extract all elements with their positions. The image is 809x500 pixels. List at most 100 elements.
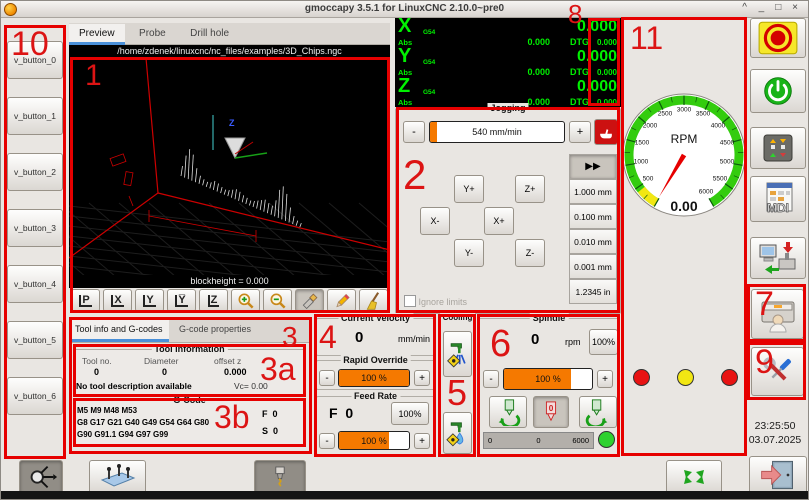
jogging-title: Jogging [488,103,529,113]
window-title: gmoccapy 3.5.1 for LinuxCNC 2.10.0~pre0 [1,3,808,14]
estop-button[interactable] [750,18,806,58]
gremlin-3d-preview[interactable]: Z blockheight = 0.000 [69,58,390,288]
clear-plot-icon [300,291,320,311]
jog-speed-bar[interactable]: 540 mm/min [429,121,565,143]
view-x-button[interactable]: X [103,289,132,312]
jogging-panel: Jogging - 540 mm/min + ▶▶ 1.000 mm 0.100… [395,108,621,314]
feed-minus-button[interactable]: - [319,433,335,449]
sidebar-v-button-6[interactable]: v_button_6 [7,377,63,415]
flood-coolant-button[interactable] [443,412,472,454]
tab-preview[interactable]: Preview [69,24,125,45]
pencil-icon [332,291,352,311]
window-shade-button[interactable]: ^ [738,2,752,13]
spindle-override-bar[interactable]: 100 % [503,368,593,390]
rapid-minus-button[interactable]: - [319,370,335,386]
tab-drill-hole[interactable]: Drill hole [180,24,239,45]
dimensions-toggle-button[interactable] [19,460,63,494]
machine-on-button[interactable] [750,69,806,113]
jog-speed-plus-button[interactable]: + [569,121,591,143]
active-gcodes-1: G8 G17 G21 G40 G49 G54 G64 G80 [77,418,209,427]
ignore-limits-checkbox[interactable] [404,295,416,307]
spindle-cw-button[interactable] [579,396,617,428]
homing-button[interactable] [750,127,806,169]
jog-z-plus-button[interactable]: Z+ [515,175,545,203]
active-mcodes: M5 M9 M48 M53 [77,406,137,415]
exit-button[interactable] [749,456,807,494]
window-maximize-button[interactable]: □ [771,2,785,13]
zoom-out-button[interactable] [263,289,292,312]
jog-increment-continuous[interactable]: ▶▶ [569,154,617,179]
feed-reset-button[interactable]: 100% [391,402,429,425]
settings-button[interactable] [751,347,804,396]
clock: 23:25:50 03.07.2025 [743,419,807,447]
sidebar-v-button-5[interactable]: v_button_5 [7,321,63,359]
view-y2-button[interactable]: Y̅ [167,289,196,312]
spindle-title: Spindle [530,313,569,323]
spindle-ccw-icon [494,398,522,426]
view-y-button[interactable]: Y [135,289,164,312]
dimensions-icon [24,464,58,490]
jog-y-plus-button[interactable]: Y+ [454,175,484,203]
sidebar-v-button-0[interactable]: v_button_0 [7,41,63,79]
view-perspective-button[interactable]: P [71,289,100,312]
spindle-stop-button[interactable]: 0 [533,396,569,428]
rapid-plus-button[interactable]: + [414,370,430,386]
jog-x-plus-button[interactable]: X+ [484,207,514,235]
jog-increment-inch[interactable]: 1.2345 in [569,279,617,304]
offset-z-header: offset z [214,356,241,366]
sidebar-v-button-2[interactable]: v_button_2 [7,153,63,191]
edit-gcode-button[interactable] [327,289,356,312]
view-z-button[interactable]: Z [199,289,228,312]
tool-measurement-button[interactable] [254,460,306,494]
window-close-button[interactable]: × [788,2,802,13]
user-mode-button[interactable] [751,289,804,339]
window-minimize-button[interactable]: _ [754,2,768,13]
svg-text:MDI: MDI [767,201,789,215]
diameter-header: Diameter [144,356,178,366]
touch-plate-button[interactable] [89,460,146,494]
tool-no-header: Tool no. [82,356,112,366]
tool-info-tabbar: Tool info and G-codes G-code properties [69,319,312,343]
spindle-ccw-button[interactable] [489,396,527,428]
spindle-speed-range-bar: 0 0 6000 [483,432,594,449]
dro-axis-y[interactable]: Y G54 Abs 0.000 DTG 0.000 0.000 [395,48,621,78]
jog-z-minus-button[interactable]: Z- [515,239,545,267]
spindle-plus-button[interactable]: + [597,370,613,388]
jog-increment-0001mm[interactable]: 0.001 mm [569,254,617,279]
feed-plus-button[interactable]: + [414,433,430,449]
dro-axis-x[interactable]: X G54 Abs 0.000 DTG 0.000 0.000 [395,18,621,48]
tab-gcode-properties[interactable]: G-code properties [173,319,257,342]
current-velocity-title: Current Velocity [338,313,413,323]
feed-override-bar[interactable]: 100 % [338,431,410,450]
tool-information-frame: Tool information Tool no. Diameter offse… [73,349,306,396]
spindle-reset-button[interactable]: 100% [589,329,618,355]
zoom-in-button[interactable] [231,289,260,312]
clean-plot-button[interactable] [359,289,388,312]
clear-plot-button[interactable] [295,289,324,312]
tool-to-machine-button[interactable] [750,237,806,279]
spindle-stop-icon: 0 [540,399,562,425]
sidebar-v-button-1[interactable]: v_button_1 [7,97,63,135]
sidebar-v-button-4[interactable]: v_button_4 [7,265,63,303]
fullscreen-button[interactable] [666,460,722,494]
offset-z-value: 0.000 [224,367,247,377]
jog-increment-001mm[interactable]: 0.010 mm [569,229,617,254]
jog-speed-hand-button[interactable] [594,119,618,145]
mist-coolant-button[interactable] [443,331,472,377]
rapid-override-bar[interactable]: 100 % [338,369,410,387]
spindle-override-value: 100 % [504,374,592,384]
jog-speed-minus-button[interactable]: - [403,121,425,143]
spindle-minus-button[interactable]: - [483,370,499,388]
jog-increment-1mm[interactable]: 1.000 mm [569,179,617,204]
jog-x-minus-button[interactable]: X- [420,207,450,235]
gmoccapy-window: gmoccapy 3.5.1 for LinuxCNC 2.10.0~pre0 … [0,0,809,500]
clock-date: 03.07.2025 [743,433,807,447]
jog-y-minus-button[interactable]: Y- [454,239,484,267]
status-led-left [633,369,650,386]
jog-increment-01mm[interactable]: 0.100 mm [569,204,617,229]
mdi-button[interactable]: MDI [750,176,806,222]
tab-tool-info[interactable]: Tool info and G-codes [69,319,169,342]
current-velocity-value: 0 [355,329,363,346]
sidebar-v-button-3[interactable]: v_button_3 [7,209,63,247]
tab-probe[interactable]: Probe [129,24,176,45]
